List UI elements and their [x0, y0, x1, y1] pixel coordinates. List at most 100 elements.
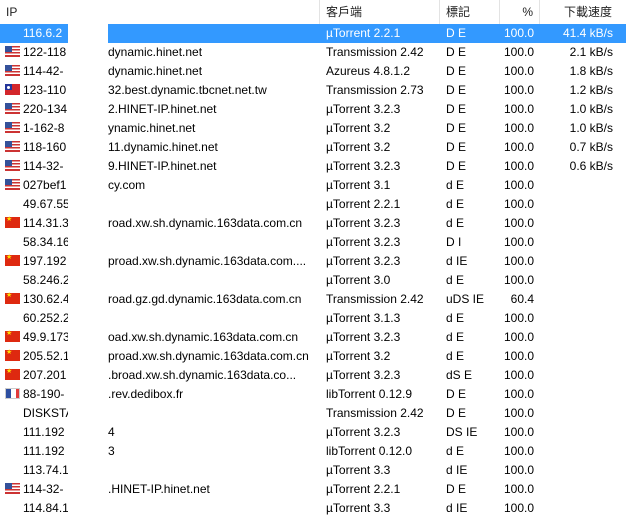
peer-download-speed — [540, 499, 613, 518]
peer-row[interactable]: 114-42- dynamic.hinet.net Azureus 4.8.1.2 D… — [0, 62, 626, 81]
peer-row[interactable]: 116.6.2 µTorrent 2.2.1 D E 100.0 41.4 kB/s — [0, 24, 626, 43]
redaction-mask — [68, 385, 108, 404]
peer-percent: 100.0 — [503, 83, 534, 97]
redaction-mask — [68, 271, 108, 290]
country-flag-us-icon — [5, 103, 20, 114]
peer-percent: 100.0 — [503, 368, 534, 382]
peer-client: µTorrent 3.2.3 — [326, 254, 401, 268]
peers-table-body: 116.6.2 µTorrent 2.2.1 D E 100.0 41.4 kB/s 12… — [0, 24, 626, 518]
peer-row[interactable]: 88-190- .rev.dedibox.fr libTorrent 0.12.9 D… — [0, 385, 626, 404]
peer-client: µTorrent 3.1 — [326, 178, 391, 192]
peer-hostname: .rev.dedibox.fr — [108, 387, 184, 401]
peer-percent: 100.0 — [503, 102, 534, 116]
peer-percent: 100.0 — [503, 501, 534, 515]
peer-row[interactable]: 111.192 3 libTorrent 0.12.0 d E 100.0 — [0, 442, 626, 461]
peer-download-speed — [540, 290, 613, 309]
peer-row[interactable]: 130.62.4road.gz.gd.dynamic.163data.com.c… — [0, 290, 626, 309]
peer-hostname: oad.xw.sh.dynamic.163data.com.cn — [108, 330, 299, 344]
peer-client: µTorrent 3.2.3 — [326, 425, 401, 439]
peer-download-speed: 0.7 kB/s — [569, 140, 613, 154]
peer-client: µTorrent 3.0 — [326, 273, 391, 287]
peer-row[interactable]: 220-134 2.HINET-IP.hinet.net µTorrent 3.2.… — [0, 100, 626, 119]
peer-client: µTorrent 2.2.1 — [326, 197, 401, 211]
peer-flags: D E — [446, 406, 467, 420]
column-header-flags[interactable]: 標記 — [440, 0, 500, 24]
peer-row[interactable]: 1-162-8 ynamic.hinet.net µTorrent 3.2 D E 10… — [0, 119, 626, 138]
peer-client: libTorrent 0.12.9 — [326, 387, 413, 401]
peer-row[interactable]: 58.246.2 µTorrent 3.0 d E 100.0 — [0, 271, 626, 290]
peer-client: Transmission 2.73 — [326, 83, 424, 97]
country-flag-us-icon — [5, 46, 20, 57]
peer-row[interactable]: 49.9.173oad.xw.sh.dynamic.163data.com.cn… — [0, 328, 626, 347]
redaction-mask — [68, 423, 108, 442]
redaction-mask — [68, 43, 108, 62]
peer-row[interactable]: 114-32- .HINET-IP.hinet.net µTorrent 2.2.1… — [0, 480, 626, 499]
redaction-mask — [68, 195, 108, 214]
peer-percent: 100.0 — [503, 159, 534, 173]
country-flag-cn-icon — [5, 366, 20, 380]
redaction-mask — [68, 157, 108, 176]
peer-row[interactable]: 58.34.16 µTorrent 3.2.3 D I 100.0 — [0, 233, 626, 252]
peer-percent: 100.0 — [503, 387, 534, 401]
peer-row[interactable]: 207.201.broad.xw.sh.dynamic.163data.co..… — [0, 366, 626, 385]
redaction-mask — [68, 347, 108, 366]
redaction-mask — [68, 252, 108, 271]
peer-flags: D E — [446, 64, 467, 78]
country-flag-cn-icon — [5, 214, 20, 228]
redaction-mask — [68, 100, 108, 119]
peer-download-speed: 1.0 kB/s — [569, 121, 613, 135]
peer-row[interactable]: 49.67.55 µTorrent 2.2.1 d E 100.0 — [0, 195, 626, 214]
peer-flags: D E — [446, 159, 467, 173]
peer-row[interactable]: 205.52.1proad.xw.sh.dynamic.163data.com.… — [0, 347, 626, 366]
peer-client: µTorrent 3.2.3 — [326, 235, 401, 249]
column-header-client[interactable]: 客戶端 — [320, 0, 440, 24]
peer-percent: 100.0 — [503, 463, 534, 477]
peer-download-speed — [540, 347, 613, 366]
country-flag-us-icon — [5, 483, 20, 494]
peer-client: µTorrent 3.2.3 — [326, 330, 401, 344]
peer-client: µTorrent 3.2 — [326, 140, 391, 154]
peer-hostname: 11.dynamic.hinet.net — [108, 140, 218, 154]
peer-percent: 100.0 — [503, 140, 534, 154]
peer-flags: d E — [446, 311, 465, 325]
peer-client: µTorrent 3.2.3 — [326, 159, 401, 173]
peer-percent: 100.0 — [503, 425, 534, 439]
peer-row[interactable]: 114.31.3road.xw.sh.dynamic.163data.com.c… — [0, 214, 626, 233]
peer-row[interactable]: 114-32- 9.HINET-IP.hinet.net µTorrent 3.2.… — [0, 157, 626, 176]
peer-row[interactable]: 114.84.1 µTorrent 3.3 d IE 100.0 — [0, 499, 626, 518]
country-flag-us-icon — [5, 65, 20, 76]
peer-percent: 100.0 — [503, 330, 534, 344]
peer-row[interactable]: 123-110 32.best.dynamic.tbcnet.net.tw Tran… — [0, 81, 626, 100]
redaction-mask — [68, 119, 108, 138]
redaction-mask — [68, 62, 108, 81]
peer-row[interactable]: 118-160 11.dynamic.hinet.net µTorrent 3.2 D… — [0, 138, 626, 157]
peer-hostname: 2.HINET-IP.hinet.net — [108, 102, 217, 116]
peer-row[interactable]: 027bef1 cy.com µTorrent 3.1 d E 100.0 — [0, 176, 626, 195]
peer-percent: 100.0 — [503, 197, 534, 211]
peer-row[interactable]: DISKSTA Transmission 2.42 D E 100.0 — [0, 404, 626, 423]
peer-row[interactable]: 111.192 4 µTorrent 3.2.3 DS IE 100.0 — [0, 423, 626, 442]
peer-download-speed — [540, 480, 613, 499]
country-flag-fr-icon — [5, 388, 20, 399]
peer-flags: d E — [446, 330, 465, 344]
peer-row[interactable]: 122-118 dynamic.hinet.net Transmission 2.4… — [0, 43, 626, 62]
column-header-ip[interactable]: IP — [0, 0, 320, 24]
column-header-download-speed[interactable]: 下載速度 — [540, 0, 626, 24]
peer-percent: 100.0 — [503, 45, 534, 59]
peer-download-speed: 1.8 kB/s — [569, 64, 613, 78]
peer-hostname: ynamic.hinet.net — [108, 121, 196, 135]
peer-client: libTorrent 0.12.0 — [326, 444, 413, 458]
peer-flags: D E — [446, 482, 467, 496]
peer-row[interactable]: 113.74.1 µTorrent 3.3 d IE 100.0 — [0, 461, 626, 480]
peer-flags: uDS IE — [446, 292, 485, 306]
peer-percent: 100.0 — [503, 482, 534, 496]
peer-row[interactable]: 60.252.2 µTorrent 3.1.3 d E 100.0 — [0, 309, 626, 328]
column-header-percent[interactable]: % — [500, 0, 540, 24]
peer-download-speed — [540, 385, 613, 404]
peer-download-speed — [540, 309, 613, 328]
country-flag-us-icon — [5, 141, 20, 152]
peer-hostname: road.xw.sh.dynamic.163data.com.cn — [108, 216, 303, 230]
peer-hostname: 4 — [108, 425, 115, 439]
peer-row[interactable]: 197.192proad.xw.sh.dynamic.163data.com..… — [0, 252, 626, 271]
peer-client: Transmission 2.42 — [326, 292, 424, 306]
